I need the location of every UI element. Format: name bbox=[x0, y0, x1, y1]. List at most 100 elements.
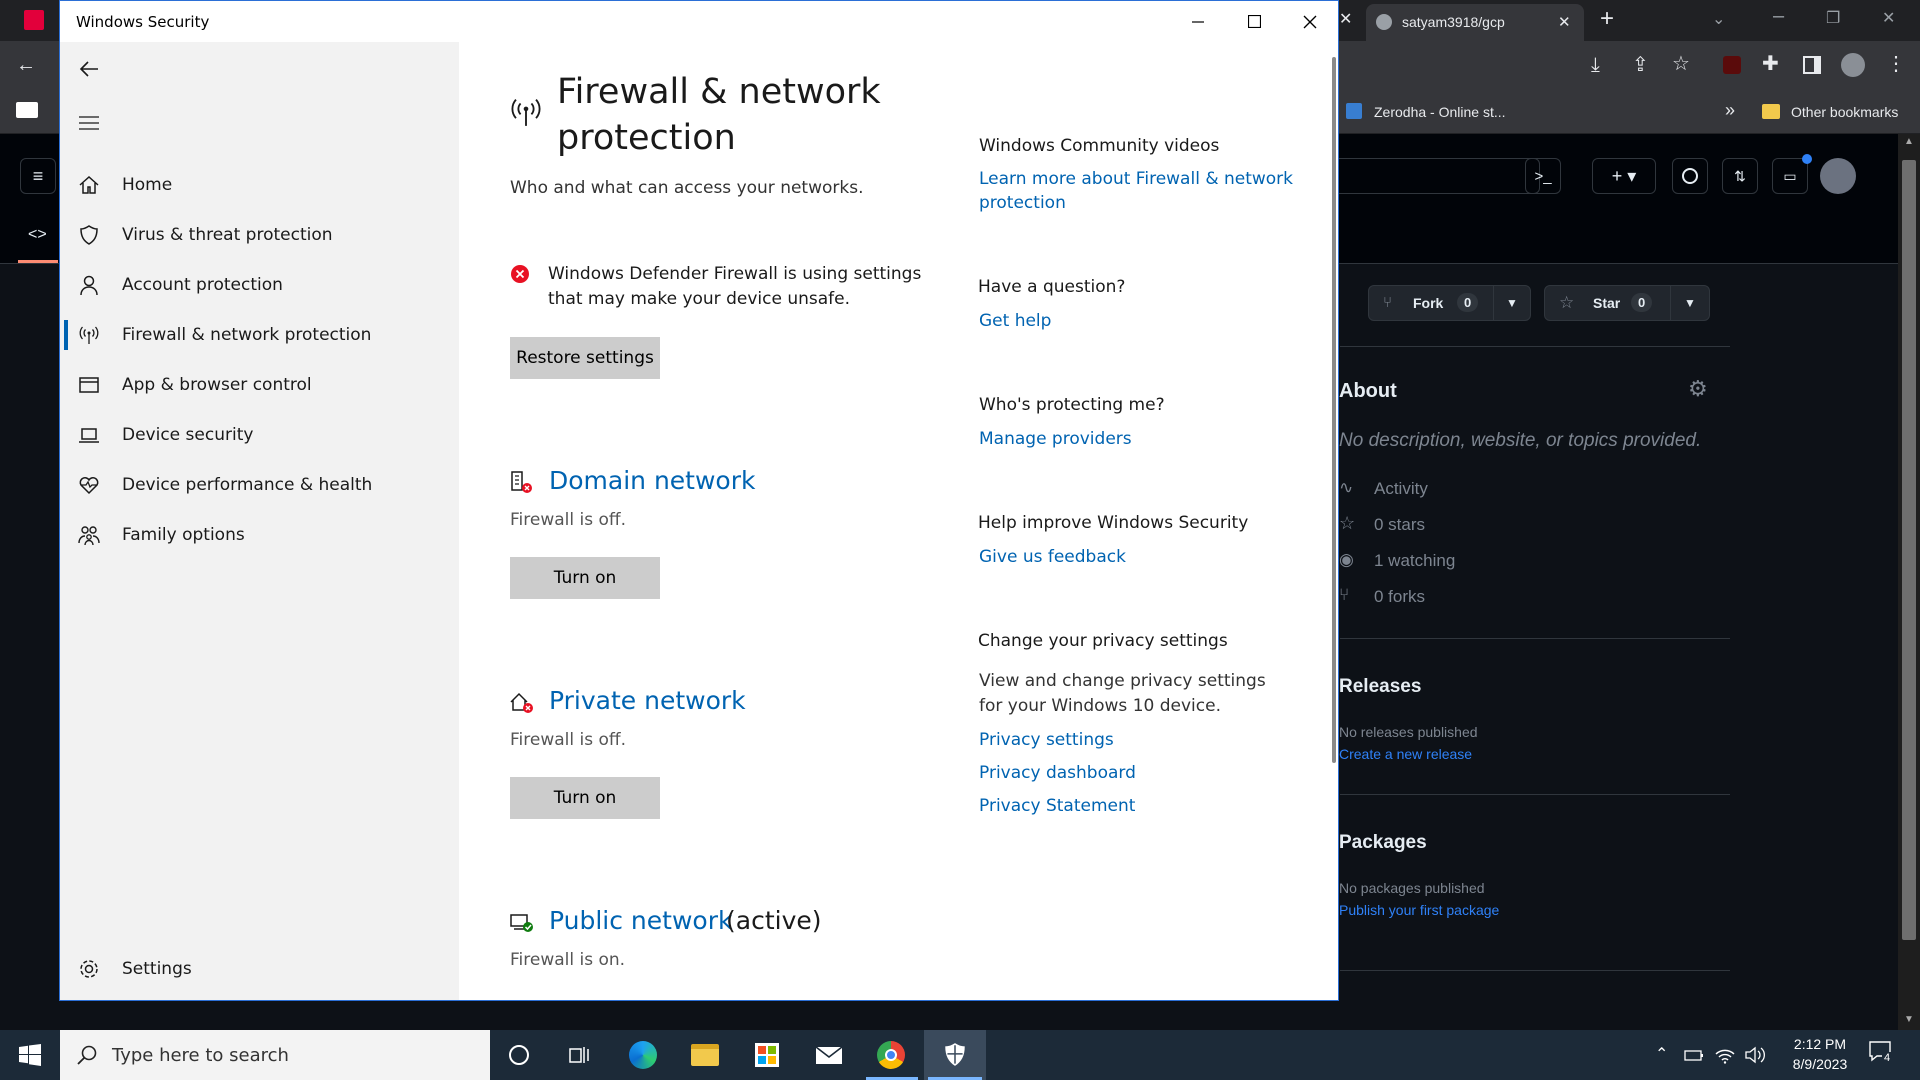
divider bbox=[1340, 346, 1730, 347]
extensions-puzzle-icon[interactable]: ✚ bbox=[1762, 54, 1779, 74]
edge-taskbar-button[interactable] bbox=[628, 1040, 658, 1070]
sidebar-item-family-options[interactable]: Family options bbox=[64, 511, 459, 559]
privacy-heading: Change your privacy settings bbox=[978, 631, 1228, 651]
warning-text-line2: that may make your device unsafe. bbox=[548, 289, 850, 309]
minimize-button[interactable] bbox=[1170, 1, 1226, 42]
sidebar-item-account-protection[interactable]: Account protection bbox=[64, 261, 459, 309]
private-network-link[interactable]: Private network bbox=[549, 686, 746, 715]
manage-providers-link[interactable]: Manage providers bbox=[979, 429, 1132, 449]
store-taskbar-button[interactable] bbox=[752, 1040, 782, 1070]
close-icon[interactable]: ✕ bbox=[1882, 9, 1895, 29]
domain-network-link[interactable]: Domain network bbox=[549, 466, 755, 495]
create-release-link[interactable]: Create a new release bbox=[1339, 746, 1472, 762]
privacy-statement-link[interactable]: Privacy Statement bbox=[979, 796, 1135, 816]
browser-tab[interactable]: satyam3918/gcp ✕ bbox=[1366, 4, 1584, 41]
command-palette-icon[interactable]: >_ bbox=[1525, 158, 1561, 194]
privacy-dashboard-link[interactable]: Privacy dashboard bbox=[979, 763, 1136, 783]
notification-count-badge: 4 bbox=[1882, 1052, 1893, 1064]
sidebar-item-settings[interactable]: Settings bbox=[64, 945, 459, 993]
learn-more-link[interactable]: Learn more about Firewall & network bbox=[979, 169, 1293, 189]
public-network-link[interactable]: Public network bbox=[549, 906, 732, 935]
back-arrow-icon[interactable]: ← bbox=[16, 55, 36, 75]
privacy-settings-link[interactable]: Privacy settings bbox=[979, 730, 1114, 750]
star-button[interactable]: ☆ Star 0 bbox=[1544, 285, 1686, 321]
releases-heading[interactable]: Releases bbox=[1339, 676, 1421, 698]
create-new-icon[interactable]: + ▾ bbox=[1592, 158, 1656, 194]
bookmark-star-icon[interactable]: ☆ bbox=[1672, 54, 1690, 74]
tab-search-icon[interactable]: ⌄ bbox=[1712, 10, 1725, 30]
about-settings-gear-icon[interactable]: ⚙ bbox=[1688, 376, 1708, 402]
volume-icon[interactable] bbox=[1744, 1046, 1766, 1064]
sidebar-item-app-browser-control[interactable]: App & browser control bbox=[64, 361, 459, 409]
sidebar-item-home[interactable]: Home bbox=[64, 161, 459, 209]
browser-app-icon[interactable] bbox=[24, 10, 44, 30]
close-icon bbox=[1303, 15, 1317, 28]
give-feedback-link[interactable]: Give us feedback bbox=[979, 547, 1126, 567]
windows-security-taskbar-button[interactable] bbox=[924, 1030, 986, 1080]
extension-icon[interactable] bbox=[1723, 56, 1741, 74]
download-icon[interactable]: ⤓ bbox=[1591, 55, 1600, 75]
content-scrollbar[interactable] bbox=[1332, 57, 1336, 763]
stat-activity[interactable]: Activity bbox=[1374, 479, 1428, 499]
side-panel-icon[interactable] bbox=[1803, 56, 1821, 74]
learn-more-link-line2[interactable]: protection bbox=[979, 193, 1066, 213]
clock[interactable]: 2:12 PM 8/9/2023 bbox=[1772, 1034, 1868, 1078]
fork-label: Fork bbox=[1413, 295, 1444, 311]
sidebar-item-virus-threat-protection[interactable]: Virus & threat protection bbox=[64, 211, 459, 259]
publish-package-link[interactable]: Publish your first package bbox=[1339, 902, 1499, 918]
minimize-icon[interactable]: – bbox=[1773, 6, 1784, 26]
question-heading: Have a question? bbox=[978, 277, 1126, 297]
browser-scroll-thumb[interactable] bbox=[1902, 160, 1916, 940]
stat-forks[interactable]: 0 forks bbox=[1374, 587, 1425, 607]
sidebar-item-firewall-network-protection[interactable]: Firewall & network protection bbox=[64, 311, 459, 359]
stat-stars[interactable]: 0 stars bbox=[1374, 515, 1425, 535]
window-titlebar[interactable]: Windows Security bbox=[60, 1, 1338, 42]
task-view-button[interactable] bbox=[565, 1040, 595, 1070]
wifi-icon[interactable] bbox=[1714, 1046, 1736, 1064]
back-button[interactable] bbox=[74, 54, 104, 84]
hamburger-menu-button[interactable] bbox=[74, 108, 104, 138]
issues-icon[interactable] bbox=[1672, 158, 1708, 194]
settings-label: Settings bbox=[122, 959, 192, 979]
bookmark-zerodha[interactable]: Zerodha - Online st... bbox=[1374, 104, 1506, 120]
star-dropdown-button[interactable]: ▼ bbox=[1670, 285, 1710, 321]
inbox-icon[interactable]: ▭ bbox=[1772, 158, 1808, 194]
user-avatar[interactable] bbox=[1820, 158, 1856, 194]
file-explorer-taskbar-button[interactable] bbox=[690, 1040, 720, 1070]
private-turn-on-button[interactable]: Turn on bbox=[510, 777, 660, 819]
restore-icon[interactable]: ❐ bbox=[1826, 9, 1840, 29]
pull-requests-icon[interactable]: ⇅ bbox=[1722, 158, 1758, 194]
w3schools-icon[interactable] bbox=[16, 102, 38, 118]
restore-settings-button[interactable]: Restore settings bbox=[510, 337, 660, 379]
profile-avatar[interactable] bbox=[1841, 53, 1865, 77]
new-tab-icon[interactable]: + bbox=[1600, 7, 1614, 31]
tab-close-icon[interactable]: ✕ bbox=[1558, 13, 1571, 31]
chrome-taskbar-button[interactable] bbox=[876, 1040, 906, 1070]
scroll-up-icon[interactable]: ▲ bbox=[1904, 136, 1914, 147]
stat-watching[interactable]: 1 watching bbox=[1374, 551, 1455, 571]
bookmark-other[interactable]: Other bookmarks bbox=[1791, 104, 1898, 120]
close-button[interactable] bbox=[1282, 1, 1338, 42]
start-button[interactable] bbox=[0, 1030, 60, 1080]
cortana-button[interactable] bbox=[504, 1040, 534, 1070]
get-help-link[interactable]: Get help bbox=[979, 311, 1051, 331]
domain-turn-on-button[interactable]: Turn on bbox=[510, 557, 660, 599]
mail-taskbar-button[interactable] bbox=[814, 1040, 844, 1070]
bookmarks-overflow-icon[interactable]: » bbox=[1725, 100, 1735, 121]
fork-dropdown-button[interactable]: ▼ bbox=[1493, 285, 1531, 321]
tab-close-icon[interactable]: ✕ bbox=[1339, 10, 1352, 30]
battery-icon[interactable] bbox=[1683, 1047, 1705, 1063]
packages-heading[interactable]: Packages bbox=[1339, 832, 1427, 854]
fork-button[interactable]: ⑂ Fork 0 bbox=[1368, 285, 1512, 321]
github-menu-icon[interactable]: ≡ bbox=[20, 158, 56, 194]
scroll-down-icon[interactable]: ▼ bbox=[1904, 1014, 1914, 1025]
sidebar-item-device-performance-health[interactable]: Device performance & health bbox=[64, 461, 459, 509]
taskbar-search-box[interactable]: Type here to search bbox=[60, 1030, 490, 1080]
action-center-button[interactable]: 4 bbox=[1868, 1040, 1898, 1070]
show-hidden-icons-icon[interactable]: ⌃ bbox=[1655, 1044, 1668, 1064]
sidebar-item-device-security[interactable]: Device security bbox=[64, 411, 459, 459]
chrome-menu-icon[interactable]: ⋮ bbox=[1886, 54, 1906, 74]
code-tab-icon[interactable]: <> bbox=[28, 226, 47, 244]
share-icon[interactable]: ⇪ bbox=[1632, 55, 1649, 75]
maximize-button[interactable] bbox=[1226, 1, 1282, 42]
